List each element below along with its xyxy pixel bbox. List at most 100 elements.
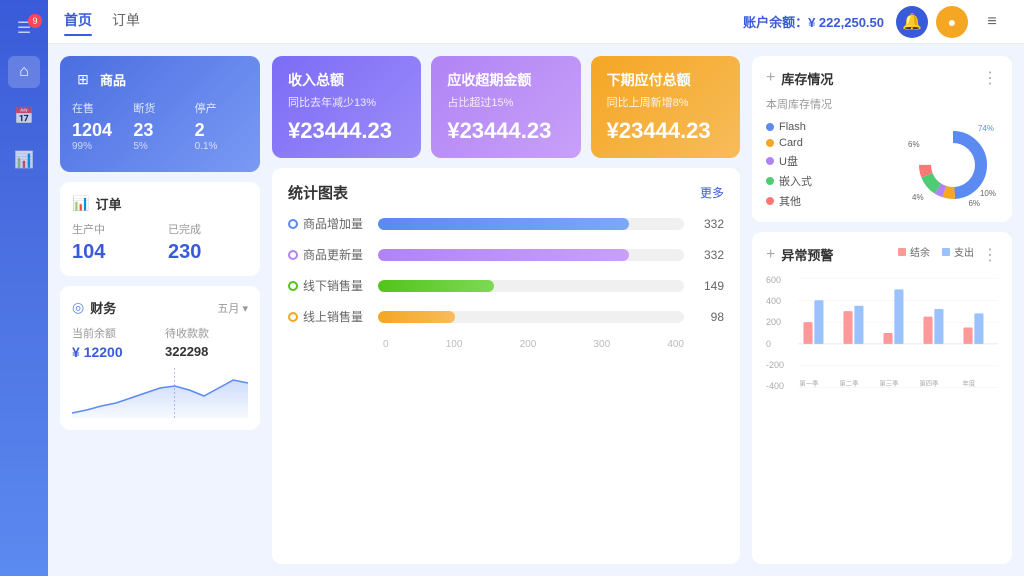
legend-flash: Flash	[766, 121, 900, 133]
finance-header-left: ◎ 财务	[72, 298, 116, 317]
products-icon: ⊞	[72, 68, 94, 90]
products-card: ⊞ 商品 在售 1204 99% 断货 23 5% 停产	[60, 56, 260, 172]
stat-bar-container-3	[378, 280, 684, 292]
finance-mini-chart: 01020304050607	[72, 368, 248, 418]
stat-stockout-value: 23	[133, 120, 186, 141]
anomaly-legend: 结余 支出	[898, 244, 974, 259]
stat-bar-container-2	[378, 249, 684, 261]
avatar-button[interactable]: ●	[936, 6, 968, 38]
anomaly-more-button[interactable]: ⋮	[982, 245, 998, 265]
orders-inprogress-value: 104	[72, 241, 152, 264]
stat-disc-label: 停产	[195, 100, 248, 116]
inventory-add-button[interactable]: +	[766, 69, 775, 87]
orders-inprogress-label: 生产中	[72, 221, 152, 237]
stat-onsale-label: 在售	[72, 100, 125, 116]
y-label-0: 0	[766, 339, 794, 349]
stat-value-2: 332	[694, 248, 724, 262]
orders-stats: 生产中 104 已完成 230	[72, 221, 248, 264]
stat-text-1: 商品增加量	[303, 215, 363, 232]
stat-label-2: 商品更新量	[288, 246, 368, 263]
stat-row-4: 线上销售量 98	[288, 308, 724, 325]
performance-row: 收入总额 同比去年减少13% ¥23444.23 应收超期金额 占比超过15% …	[272, 56, 740, 158]
products-title: 商品	[100, 70, 126, 89]
stat-row-2: 商品更新量 332	[288, 246, 724, 263]
header-menu-button[interactable]: ≡	[976, 6, 1008, 38]
sidebar-chart-icon[interactable]: 📊	[8, 144, 40, 176]
anomaly-add-button[interactable]: +	[766, 246, 775, 264]
axis-100: 100	[446, 339, 463, 350]
stat-stockout-label: 断货	[133, 100, 186, 116]
products-card-header: ⊞ 商品	[72, 68, 248, 90]
anomaly-chart-area: 600 400 200 0 -200 -400	[766, 273, 998, 398]
stats-more-link[interactable]: 更多	[700, 184, 724, 201]
stat-value-4: 98	[694, 310, 724, 324]
perf-payable-sub: 同比上周新增8%	[607, 94, 724, 110]
sidebar-home-icon[interactable]: ⌂	[8, 56, 40, 88]
sidebar-calendar-icon[interactable]: 📅	[8, 100, 40, 132]
stat-bar-1	[378, 218, 629, 230]
orders-icon: 📊	[72, 195, 89, 212]
sidebar: ☰ 9 ⌂ 📅 📊	[0, 0, 48, 576]
legend-card: Card	[766, 137, 900, 149]
orders-title: 订单	[95, 194, 121, 213]
header-nav: 首页 订单	[64, 10, 743, 34]
anomaly-label-balance: 结余	[910, 244, 930, 259]
stats-chart-header: 统计图表 更多	[288, 182, 724, 203]
bar-g3-expense	[894, 289, 903, 344]
finance-balance-label: 当前余额	[72, 325, 155, 341]
finance-month-selector[interactable]: 五月 ▾	[217, 300, 248, 316]
header-right: 账户余额：¥ 222,250.50 🔔 ● ≡	[743, 6, 1008, 38]
nav-orders[interactable]: 订单	[112, 10, 140, 34]
finance-card: ◎ 财务 五月 ▾ 当前余额 ¥ 12200 待收款款 322298	[60, 286, 260, 430]
bar-g5-balance	[963, 328, 972, 344]
header: 首页 订单 账户余额：¥ 222,250.50 🔔 ● ≡	[48, 0, 1024, 44]
legend-label-embedded: 嵌入式	[779, 173, 812, 189]
bar-g1-expense	[814, 300, 823, 344]
nav-home[interactable]: 首页	[64, 10, 92, 34]
finance-receivable: 待收款款 322298	[165, 325, 248, 360]
bar-g3-balance	[883, 333, 892, 344]
inventory-more-button[interactable]: ⋮	[982, 68, 998, 88]
products-stat-discontinued: 停产 2 0.1%	[195, 100, 248, 152]
finance-card-header: ◎ 财务 五月 ▾	[72, 298, 248, 317]
y-label-600: 600	[766, 275, 794, 285]
stats-chart-card: 统计图表 更多 商品增加量 332	[272, 168, 740, 564]
stat-value-1: 332	[694, 217, 724, 231]
stat-disc-sub: 0.1%	[195, 141, 248, 152]
stat-label-4: 线上销售量	[288, 308, 368, 325]
perf-card-receivable: 应收超期金额 占比超过15% ¥23444.23	[431, 56, 580, 158]
legend-dot-card	[766, 139, 774, 147]
stat-row-3: 线下销售量 149	[288, 277, 724, 294]
stat-label-3: 线下销售量	[288, 277, 368, 294]
axis-200: 200	[520, 339, 537, 350]
axis-0: 0	[383, 339, 389, 350]
notification-button[interactable]: 🔔	[896, 6, 928, 38]
y-label-neg400: -400	[766, 381, 794, 391]
header-icons: 🔔 ● ≡	[896, 6, 1008, 38]
legend-label-card: Card	[779, 137, 803, 149]
stat-circle-3	[288, 281, 298, 291]
inventory-body: Flash Card U盘 嵌入式	[766, 120, 998, 210]
stat-text-2: 商品更新量	[303, 246, 363, 263]
orders-completed-value: 230	[168, 241, 248, 264]
bar-g2-balance	[843, 311, 852, 344]
bar-g4-balance	[923, 317, 932, 344]
perf-revenue-value: ¥23444.23	[288, 118, 405, 144]
stat-bar-3	[378, 280, 494, 292]
stat-row-1: 商品增加量 332	[288, 215, 724, 232]
legend-label-other: 其他	[779, 193, 801, 209]
perf-payable-title: 下期应付总额	[607, 70, 724, 90]
inventory-card: + 库存情况 ⋮ 本周库存情况 Flash Card	[752, 56, 1012, 222]
stat-onsale-sub: 99%	[72, 141, 125, 152]
orders-card-header: 📊 订单	[72, 194, 248, 213]
y-label-neg200: -200	[766, 360, 794, 370]
finance-balance: 当前余额 ¥ 12200	[72, 325, 155, 360]
finance-balance-value: ¥ 12200	[72, 344, 155, 360]
anomaly-header: + 异常预警 结余 支出	[766, 244, 998, 265]
anomaly-label-expense: 支出	[954, 244, 974, 259]
body-area: ⊞ 商品 在售 1204 99% 断货 23 5% 停产	[48, 44, 1024, 576]
sidebar-badge: 9	[28, 14, 42, 28]
axis-400: 400	[667, 339, 684, 350]
stat-bar-2	[378, 249, 629, 261]
inventory-header-left: + 库存情况	[766, 69, 833, 88]
